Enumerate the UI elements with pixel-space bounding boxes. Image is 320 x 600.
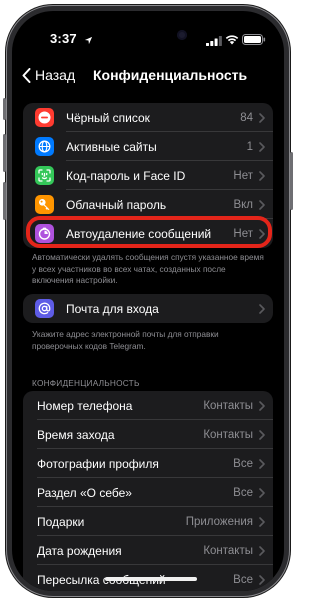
back-label: Назад [35,67,76,83]
list-item-label: Активные сайты [66,139,157,154]
login-email-footer: Укажите адрес электронной почты для отпр… [32,329,219,351]
list-item-value: Контакты [203,544,253,557]
wifi-icon [225,32,239,50]
phone-frame: 3:37 Назад Конфиденциальность Чёрный спи… [3,6,293,596]
list-item-label: Время захода [37,427,115,442]
list-item-value: 84 [240,111,253,124]
list-item-gifts[interactable]: Подарки Приложения [23,507,273,536]
login-email-group: Почта для входа [23,294,273,323]
minus-circle-icon [35,108,54,127]
globe-icon [35,137,54,156]
dynamic-island [115,23,195,47]
list-item-phone-number[interactable]: Номер телефона Контакты [23,391,273,420]
highlight-annotation [26,216,272,248]
navigation-bar: Назад Конфиденциальность [12,61,284,91]
list-item-label: Раздел «О себе» [37,485,132,500]
list-item-label: Дата рождения [37,543,122,558]
chevron-right-icon [259,546,265,556]
list-item-label: Подарки [37,514,85,529]
list-item-value: Все [233,573,253,586]
chevron-left-icon [22,67,31,83]
chevron-right-icon [259,200,265,210]
list-item-value: Контакты [203,399,253,412]
list-item-value: Все [233,457,253,470]
at-icon [35,299,54,318]
page-title: Конфиденциальность [93,67,248,83]
list-item-label: Фотографии профиля [37,456,159,471]
list-item-value: Нет [233,169,253,182]
list-item-value: 1 [246,140,253,153]
list-item-blocked-users[interactable]: Чёрный список 84 [23,103,273,132]
list-item-label: Номер телефона [37,398,133,413]
status-bar: 3:37 [12,11,284,55]
list-item-cloud-password[interactable]: Облачный пароль Вкл [23,190,273,219]
list-item-label: Облачный пароль [66,197,167,212]
list-item-birthday[interactable]: Дата рождения Контакты [23,536,273,565]
list-item-label: Код-пароль и Face ID [66,168,186,183]
chevron-right-icon [259,517,265,527]
location-arrow-icon [84,32,93,50]
list-item-passcode-face-id[interactable]: Код-пароль и Face ID Нет [23,161,273,190]
face-id-icon [35,166,54,185]
privacy-group: Номер телефона Контакты Время захода Кон… [23,391,273,591]
auto-delete-footer: Автоматически удалять сообщения спустя у… [32,252,264,285]
list-item-login-email[interactable]: Почта для входа [23,294,273,323]
chevron-right-icon [259,401,265,411]
privacy-section-header: КОНФИДЕНЦИАЛЬНОСТЬ [32,378,140,388]
battery-icon [242,32,266,50]
list-item-label: Чёрный список [66,110,150,125]
chevron-right-icon [259,575,265,585]
list-item-profile-photos[interactable]: Фотографии профиля Все [23,449,273,478]
chevron-right-icon [259,488,265,498]
cellular-signal-icon [206,33,222,51]
list-item-bio[interactable]: Раздел «О себе» Все [23,478,273,507]
list-item-value: Приложения [185,515,253,528]
list-item-active-sites[interactable]: Активные сайты 1 [23,132,273,161]
volume-down-button [3,182,6,220]
power-button [290,152,293,210]
chevron-right-icon [259,142,265,152]
list-item-value: Все [233,486,253,499]
action-button [3,98,6,120]
chevron-right-icon [259,459,265,469]
list-item-last-seen[interactable]: Время захода Контакты [23,420,273,449]
key-icon [35,195,54,214]
chevron-right-icon [259,304,265,314]
chevron-right-icon [259,430,265,440]
list-item-value: Контакты [203,428,253,441]
volume-up-button [3,134,6,172]
list-item-value: Вкл [233,198,253,211]
status-time: 3:37 [50,31,77,46]
screen: 3:37 Назад Конфиденциальность Чёрный спи… [12,11,284,591]
back-button[interactable]: Назад [22,67,75,83]
list-item-label: Почта для входа [66,301,159,316]
chevron-right-icon [259,171,265,181]
home-indicator[interactable] [105,577,197,581]
chevron-right-icon [259,113,265,123]
